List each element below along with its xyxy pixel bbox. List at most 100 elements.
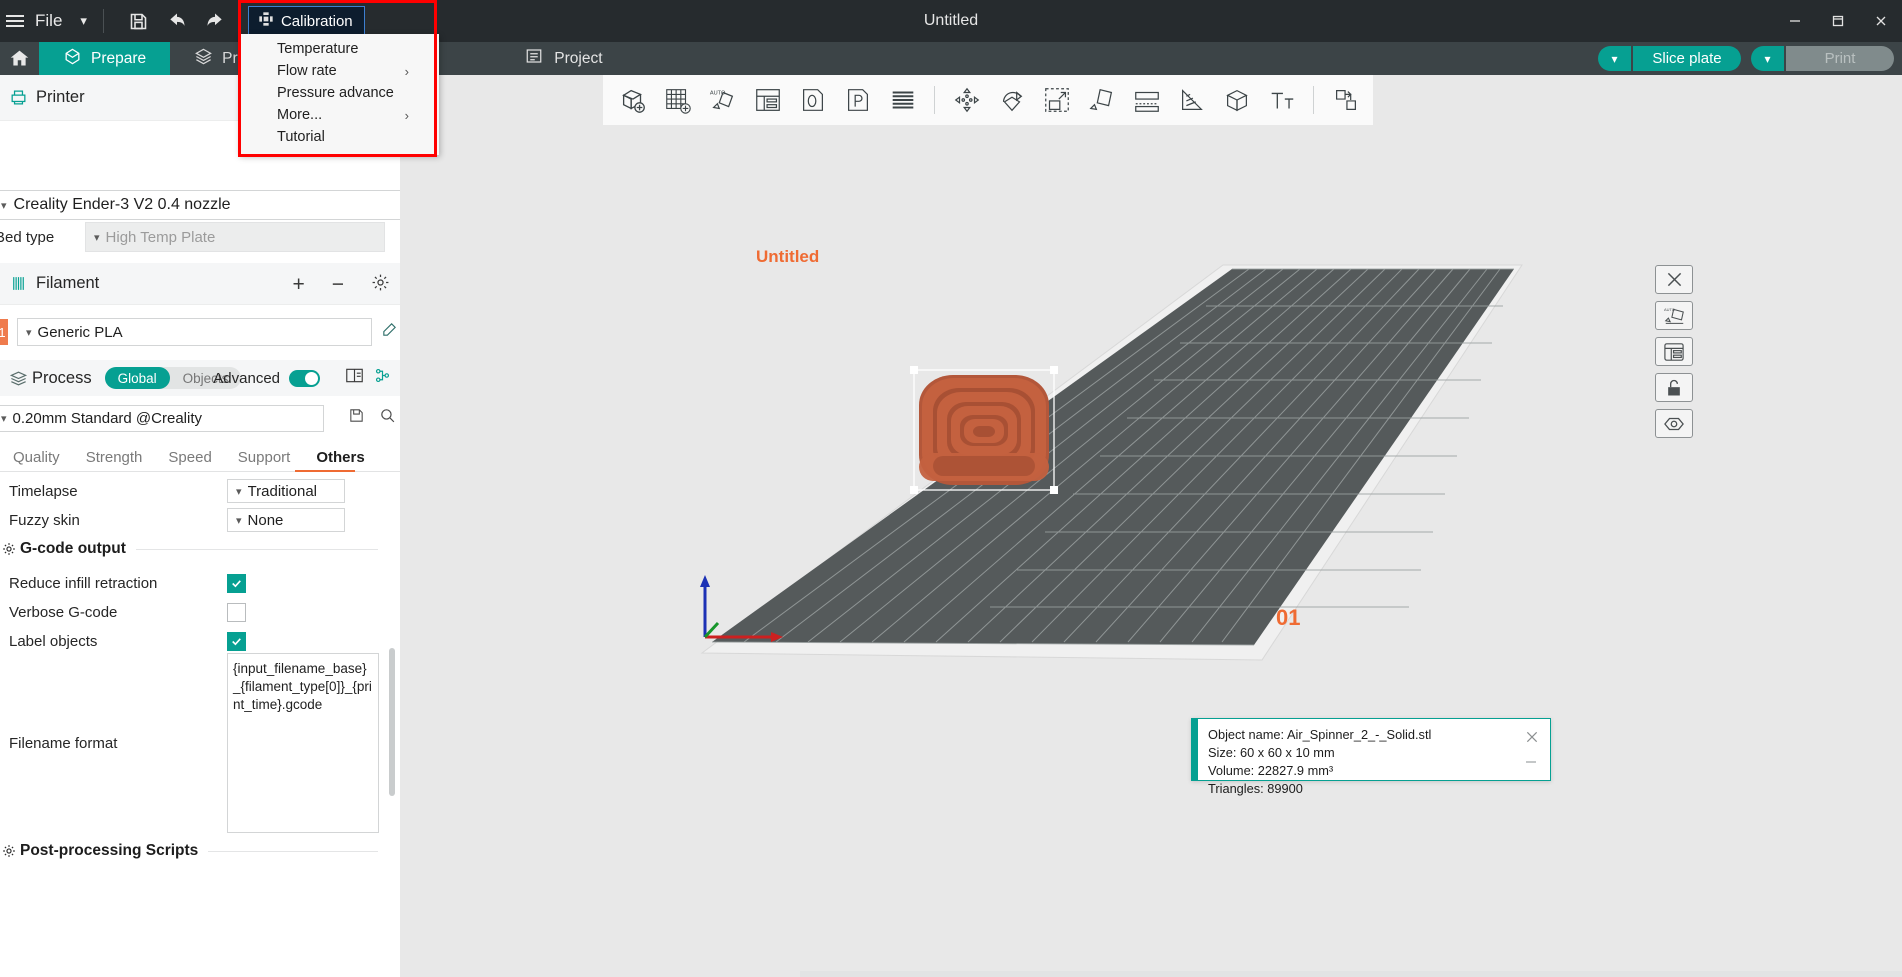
slice-plate-button[interactable]: Slice plate xyxy=(1633,46,1741,71)
home-icon[interactable] xyxy=(0,42,39,75)
calibration-dropdown-menu[interactable]: Temperature Flow rate › Pressure advance… xyxy=(239,34,439,155)
menu-item-tutorial[interactable]: Tutorial xyxy=(239,126,439,148)
project-tab[interactable]: Project xyxy=(503,42,603,75)
gear-group-icon xyxy=(0,844,18,858)
fuzzy-skin-label: Fuzzy skin xyxy=(9,511,80,529)
process-preset-select[interactable]: ▾ 0.20mm Standard @Creality xyxy=(0,405,324,432)
viewport-right-controls: AUTO xyxy=(1655,265,1693,438)
file-menu[interactable]: File xyxy=(35,11,62,31)
filament-row: 1 ▾ Generic PLA xyxy=(0,315,400,349)
process-section-header: Process Global Objects Advanced xyxy=(0,360,400,396)
verbose-gcode-label: Verbose G-code xyxy=(9,603,118,621)
preset-compare-icon[interactable] xyxy=(374,367,391,389)
build-plate-scene[interactable] xyxy=(400,75,1902,977)
fuzzy-skin-select[interactable]: ▾ None xyxy=(227,508,345,532)
filament-index-badge: 1 xyxy=(0,319,8,345)
chevron-down-icon: ▾ xyxy=(1,199,7,212)
divider xyxy=(208,850,378,852)
plate-settings-icon[interactable] xyxy=(1655,337,1693,366)
fuzzy-skin-value: None xyxy=(247,511,284,529)
menu-item-temperature[interactable]: Temperature xyxy=(239,38,439,60)
bed-type-row: Bed type ▾ High Temp Plate xyxy=(0,221,400,253)
bed-type-value: High Temp Plate xyxy=(105,228,216,246)
scope-global-button[interactable]: Global xyxy=(104,367,170,389)
fuzzy-skin-row: Fuzzy skin ▾ None xyxy=(0,506,400,534)
label-objects-label: Label objects xyxy=(9,632,98,650)
search-icon[interactable] xyxy=(379,407,396,429)
timelapse-row: Timelapse ▾ Traditional xyxy=(0,477,400,505)
remove-filament-button[interactable]: − xyxy=(332,274,344,295)
process-preset-value: 0.20mm Standard @Creality xyxy=(12,410,203,427)
tab-speed[interactable]: Speed xyxy=(155,449,224,471)
add-filament-button[interactable]: + xyxy=(292,274,304,295)
timelapse-select[interactable]: ▾ Traditional xyxy=(227,479,345,503)
reduce-infill-retraction-row: Reduce infill retraction xyxy=(0,569,400,597)
lock-plate-icon[interactable] xyxy=(1655,373,1693,402)
filament-select[interactable]: ▾ Generic PLA xyxy=(17,318,372,346)
gear-icon[interactable] xyxy=(371,273,390,296)
advanced-toggle[interactable] xyxy=(289,369,320,387)
filament-value: Generic PLA xyxy=(37,323,123,341)
left-sidebar: Printer ▾ Creality Ender-3 V2 0.4 nozzle… xyxy=(0,75,400,977)
preview-layers-icon xyxy=(194,47,213,71)
save-icon[interactable] xyxy=(120,0,158,42)
tooltip-close-icon[interactable] xyxy=(1524,729,1540,750)
chevron-down-icon[interactable]: ▾ xyxy=(80,13,87,29)
slice-plate-split-button[interactable]: ▾ Slice plate xyxy=(1598,46,1741,71)
bed-type-select[interactable]: ▾ High Temp Plate xyxy=(85,222,385,252)
menu-item-flow-rate[interactable]: Flow rate › xyxy=(239,60,439,82)
filament-section-header: Filament + − xyxy=(0,263,400,305)
tooltip-minimize-icon[interactable] xyxy=(1524,754,1538,770)
slice-dropdown-caret-icon[interactable]: ▾ xyxy=(1598,46,1631,71)
edit-pencil-icon[interactable] xyxy=(381,321,398,343)
filament-section-label: Filament xyxy=(36,274,100,292)
tooltip-volume: Volume: 22827.9 mm³ xyxy=(1208,763,1334,779)
process-layers-icon xyxy=(4,369,32,388)
save-preset-icon[interactable] xyxy=(348,407,365,429)
label-objects-checkbox[interactable] xyxy=(227,631,246,651)
visibility-eye-icon[interactable] xyxy=(1655,409,1693,438)
menu-item-more[interactable]: More... › xyxy=(239,104,439,126)
tab-support[interactable]: Support xyxy=(225,449,304,471)
hamburger-icon[interactable] xyxy=(6,0,28,42)
calibration-button[interactable]: Calibration xyxy=(247,5,365,37)
process-section-label: Process xyxy=(32,368,92,387)
undo-arrow-icon[interactable] xyxy=(158,0,196,42)
chevron-down-icon: ▾ xyxy=(236,485,242,498)
reduce-infill-retraction-checkbox[interactable] xyxy=(227,573,246,593)
menu-item-pressure-advance[interactable]: Pressure advance xyxy=(239,82,439,104)
printer-select[interactable]: ▾ Creality Ender-3 V2 0.4 nozzle xyxy=(0,190,400,220)
auto-arrange-plate-icon[interactable]: AUTO xyxy=(1655,301,1693,330)
application-window: File ▾ Calibration Untitled Temperature … xyxy=(0,0,1902,977)
verbose-gcode-checkbox[interactable] xyxy=(227,602,246,622)
print-dropdown-caret-icon[interactable]: ▾ xyxy=(1751,46,1784,71)
gcode-output-group-header: G-code output xyxy=(0,538,400,560)
label-objects-row: Label objects xyxy=(0,627,400,655)
3d-viewport[interactable]: AUTO Untitled 01 AUTO Object name: Air_S… xyxy=(400,75,1902,977)
active-tab-indicator xyxy=(295,470,355,472)
divider xyxy=(102,9,104,33)
close-icon[interactable] xyxy=(1859,0,1902,42)
maximize-icon[interactable] xyxy=(1816,0,1859,42)
filename-format-input[interactable]: {input_filename_base}_{filament_type[0]}… xyxy=(227,653,379,833)
tab-quality[interactable]: Quality xyxy=(0,449,73,471)
tab-strength[interactable]: Strength xyxy=(73,449,156,471)
tab-prepare-label: Prepare xyxy=(91,49,147,67)
chevron-down-icon: ▾ xyxy=(94,231,100,244)
compare-icon[interactable] xyxy=(345,367,364,389)
process-settings-tabs: Quality Strength Speed Support Others xyxy=(0,445,400,471)
tab-prepare[interactable]: Prepare xyxy=(39,42,171,75)
redo-arrow-icon[interactable] xyxy=(196,0,234,42)
print-split-button[interactable]: ▾ Print xyxy=(1751,46,1894,71)
minimize-icon[interactable] xyxy=(1773,0,1816,42)
3d-model-object xyxy=(910,366,1058,494)
divider xyxy=(135,548,378,550)
tooltip-object-name: Object name: Air_Spinner_2_-_Solid.stl xyxy=(1208,727,1432,742)
delete-object-icon[interactable] xyxy=(1655,265,1693,294)
bed-type-label: Bed type xyxy=(0,228,55,246)
sidebar-scrollbar-thumb[interactable] xyxy=(389,648,395,796)
advanced-toggle-group: Advanced xyxy=(213,369,320,387)
chevron-down-icon: ▾ xyxy=(1,413,7,425)
menu-item-label: Tutorial xyxy=(277,129,325,145)
tab-others[interactable]: Others xyxy=(303,449,377,471)
